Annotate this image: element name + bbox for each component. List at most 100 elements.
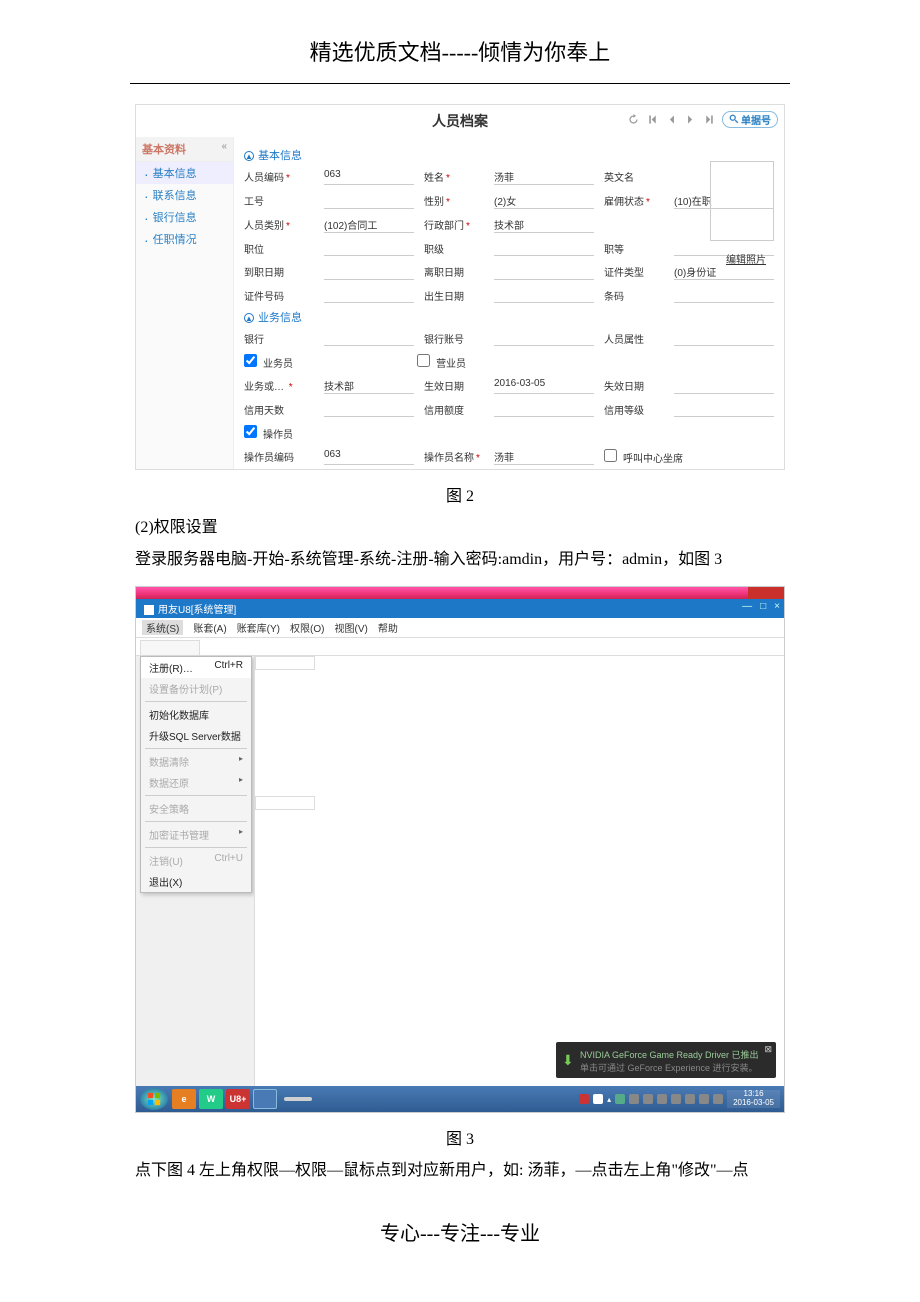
tray-icon[interactable]: [643, 1094, 653, 1104]
task-icon-4[interactable]: [253, 1089, 277, 1109]
task-icon-3[interactable]: U8+: [226, 1089, 250, 1109]
task-icon-2[interactable]: W: [199, 1089, 223, 1109]
panel-tab-top[interactable]: [255, 656, 315, 670]
dd-security[interactable]: 安全策略: [141, 798, 251, 819]
tray-icon[interactable]: [579, 1094, 589, 1104]
val-barcode[interactable]: [674, 288, 774, 303]
first-icon[interactable]: [646, 113, 659, 126]
menu-account[interactable]: 账套(A): [193, 620, 226, 635]
tray-icon[interactable]: [699, 1094, 709, 1104]
sidebar-item-contact[interactable]: ·联系信息: [136, 184, 233, 206]
toast-close-icon[interactable]: ⊠: [764, 1044, 772, 1055]
val-acct[interactable]: [494, 331, 594, 346]
dd-dataclear[interactable]: 数据清除▸: [141, 751, 251, 772]
oper-check-label: 操作员: [263, 430, 293, 441]
lbl-bizdept: 业务或… *: [244, 378, 314, 394]
menu-bar: 系统(S) 账套(A) 账套库(Y) 权限(O) 视图(V) 帮助: [136, 618, 784, 638]
para-title: (2)权限设置: [0, 512, 920, 544]
sales-checkbox[interactable]: [244, 354, 257, 367]
tab-strip: [136, 638, 784, 656]
dd-cert[interactable]: 加密证书管理▸: [141, 824, 251, 845]
task-icon-1[interactable]: e: [172, 1089, 196, 1109]
clerk-checkbox[interactable]: [417, 354, 430, 367]
tab-1[interactable]: [140, 640, 200, 655]
lbl-effdate: 生效日期: [424, 378, 484, 394]
val-idno[interactable]: [324, 288, 414, 303]
panel-tab-mid[interactable]: [255, 796, 315, 810]
val-attr[interactable]: [674, 331, 774, 346]
sidebar-item-bank[interactable]: ·银行信息: [136, 206, 233, 228]
val-idtype[interactable]: (0)身份证: [674, 264, 774, 280]
lbl-bank: 银行: [244, 331, 314, 346]
dd-backup[interactable]: 设置备份计划(P): [141, 678, 251, 699]
val-leave[interactable]: [494, 264, 594, 280]
tray-icon[interactable]: [671, 1094, 681, 1104]
dd-initdb[interactable]: 初始化数据库: [141, 704, 251, 725]
sidebar-item-job[interactable]: ·任职情况: [136, 228, 233, 250]
lbl-sex: 性别*: [424, 193, 484, 209]
dd-logout[interactable]: 注销(U)Ctrl+U: [141, 850, 251, 871]
val-cat[interactable]: (102)合同工: [324, 217, 414, 233]
val-jobno[interactable]: [324, 193, 414, 209]
val-credamt[interactable]: [494, 402, 594, 417]
val-name[interactable]: 汤菲: [494, 169, 594, 185]
val-birth[interactable]: [494, 288, 594, 303]
photo-box[interactable]: [710, 161, 774, 241]
menu-view[interactable]: 视图(V): [334, 620, 367, 635]
sidebar: 基本资料« ·基本信息 ·联系信息 ·银行信息 ·任职情况: [136, 137, 234, 469]
val-pos[interactable]: [324, 241, 414, 256]
start-button[interactable]: [140, 1088, 168, 1110]
window-buttons: — □ ×: [742, 601, 780, 612]
val-code[interactable]: 063: [324, 169, 414, 185]
fig3-caption: 图 3: [0, 1113, 920, 1155]
tray-chevron-icon[interactable]: ▴: [607, 1095, 611, 1104]
notification-toast[interactable]: ⊠ ⬇ NVIDIA GeForce Game Ready Driver 已推出…: [556, 1042, 776, 1078]
menu-accountdb[interactable]: 账套库(Y): [237, 620, 280, 635]
tray-icon[interactable]: [629, 1094, 639, 1104]
minimize-icon[interactable]: —: [742, 601, 752, 612]
val-dept[interactable]: 技术部: [494, 217, 594, 233]
outer-close[interactable]: [748, 587, 784, 599]
val-expdate[interactable]: [674, 378, 774, 394]
menu-permission[interactable]: 权限(O): [290, 620, 324, 635]
tray-icon[interactable]: [713, 1094, 723, 1104]
tray-icon[interactable]: [657, 1094, 667, 1104]
section-biz[interactable]: ▲业务信息: [244, 303, 774, 331]
tray-icon[interactable]: [685, 1094, 695, 1104]
tray-icon[interactable]: [593, 1094, 603, 1104]
menu-system[interactable]: 系统(S): [142, 620, 183, 635]
task-active[interactable]: [284, 1097, 312, 1101]
val-sex[interactable]: (2)女: [494, 193, 594, 209]
last-icon[interactable]: [703, 113, 716, 126]
clock[interactable]: 13:162016-03-05: [727, 1090, 780, 1108]
val-bizdept[interactable]: 技术部: [324, 378, 414, 394]
sidebar-item-basic[interactable]: ·基本信息: [136, 162, 233, 184]
tray-icon[interactable]: [615, 1094, 625, 1104]
val-credlvl[interactable]: [674, 402, 774, 417]
refresh-icon[interactable]: [627, 113, 640, 126]
dd-exit[interactable]: 退出(X): [141, 871, 251, 892]
check-row-2: 操作员: [244, 417, 774, 449]
dd-upgrade[interactable]: 升级SQL Server数据: [141, 725, 251, 746]
val-effdate[interactable]: 2016-03-05: [494, 378, 594, 394]
edit-photo-link[interactable]: 编辑照片: [726, 251, 766, 266]
search-box[interactable]: 单据号: [722, 111, 778, 128]
maximize-icon[interactable]: □: [760, 601, 766, 612]
val-bank[interactable]: [324, 331, 414, 346]
callseat-checkbox[interactable]: [604, 449, 617, 462]
next-icon[interactable]: [684, 113, 697, 126]
val-credday[interactable]: [324, 402, 414, 417]
val-rank[interactable]: [494, 241, 594, 256]
menu-help[interactable]: 帮助: [378, 620, 398, 635]
close-icon[interactable]: ×: [774, 601, 780, 612]
prev-icon[interactable]: [665, 113, 678, 126]
oper-checkbox[interactable]: [244, 425, 257, 438]
dd-register[interactable]: 注册(R)…Ctrl+R: [141, 657, 251, 678]
val-opercode[interactable]: 063: [324, 449, 414, 465]
section-basic[interactable]: ▲基本信息: [244, 141, 774, 169]
val-opername[interactable]: 汤菲: [494, 449, 594, 465]
val-hire[interactable]: [324, 264, 414, 280]
lbl-rank: 职级: [424, 241, 484, 256]
collapse-icon[interactable]: «: [221, 141, 227, 157]
dd-datarestore[interactable]: 数据还原▸: [141, 772, 251, 793]
